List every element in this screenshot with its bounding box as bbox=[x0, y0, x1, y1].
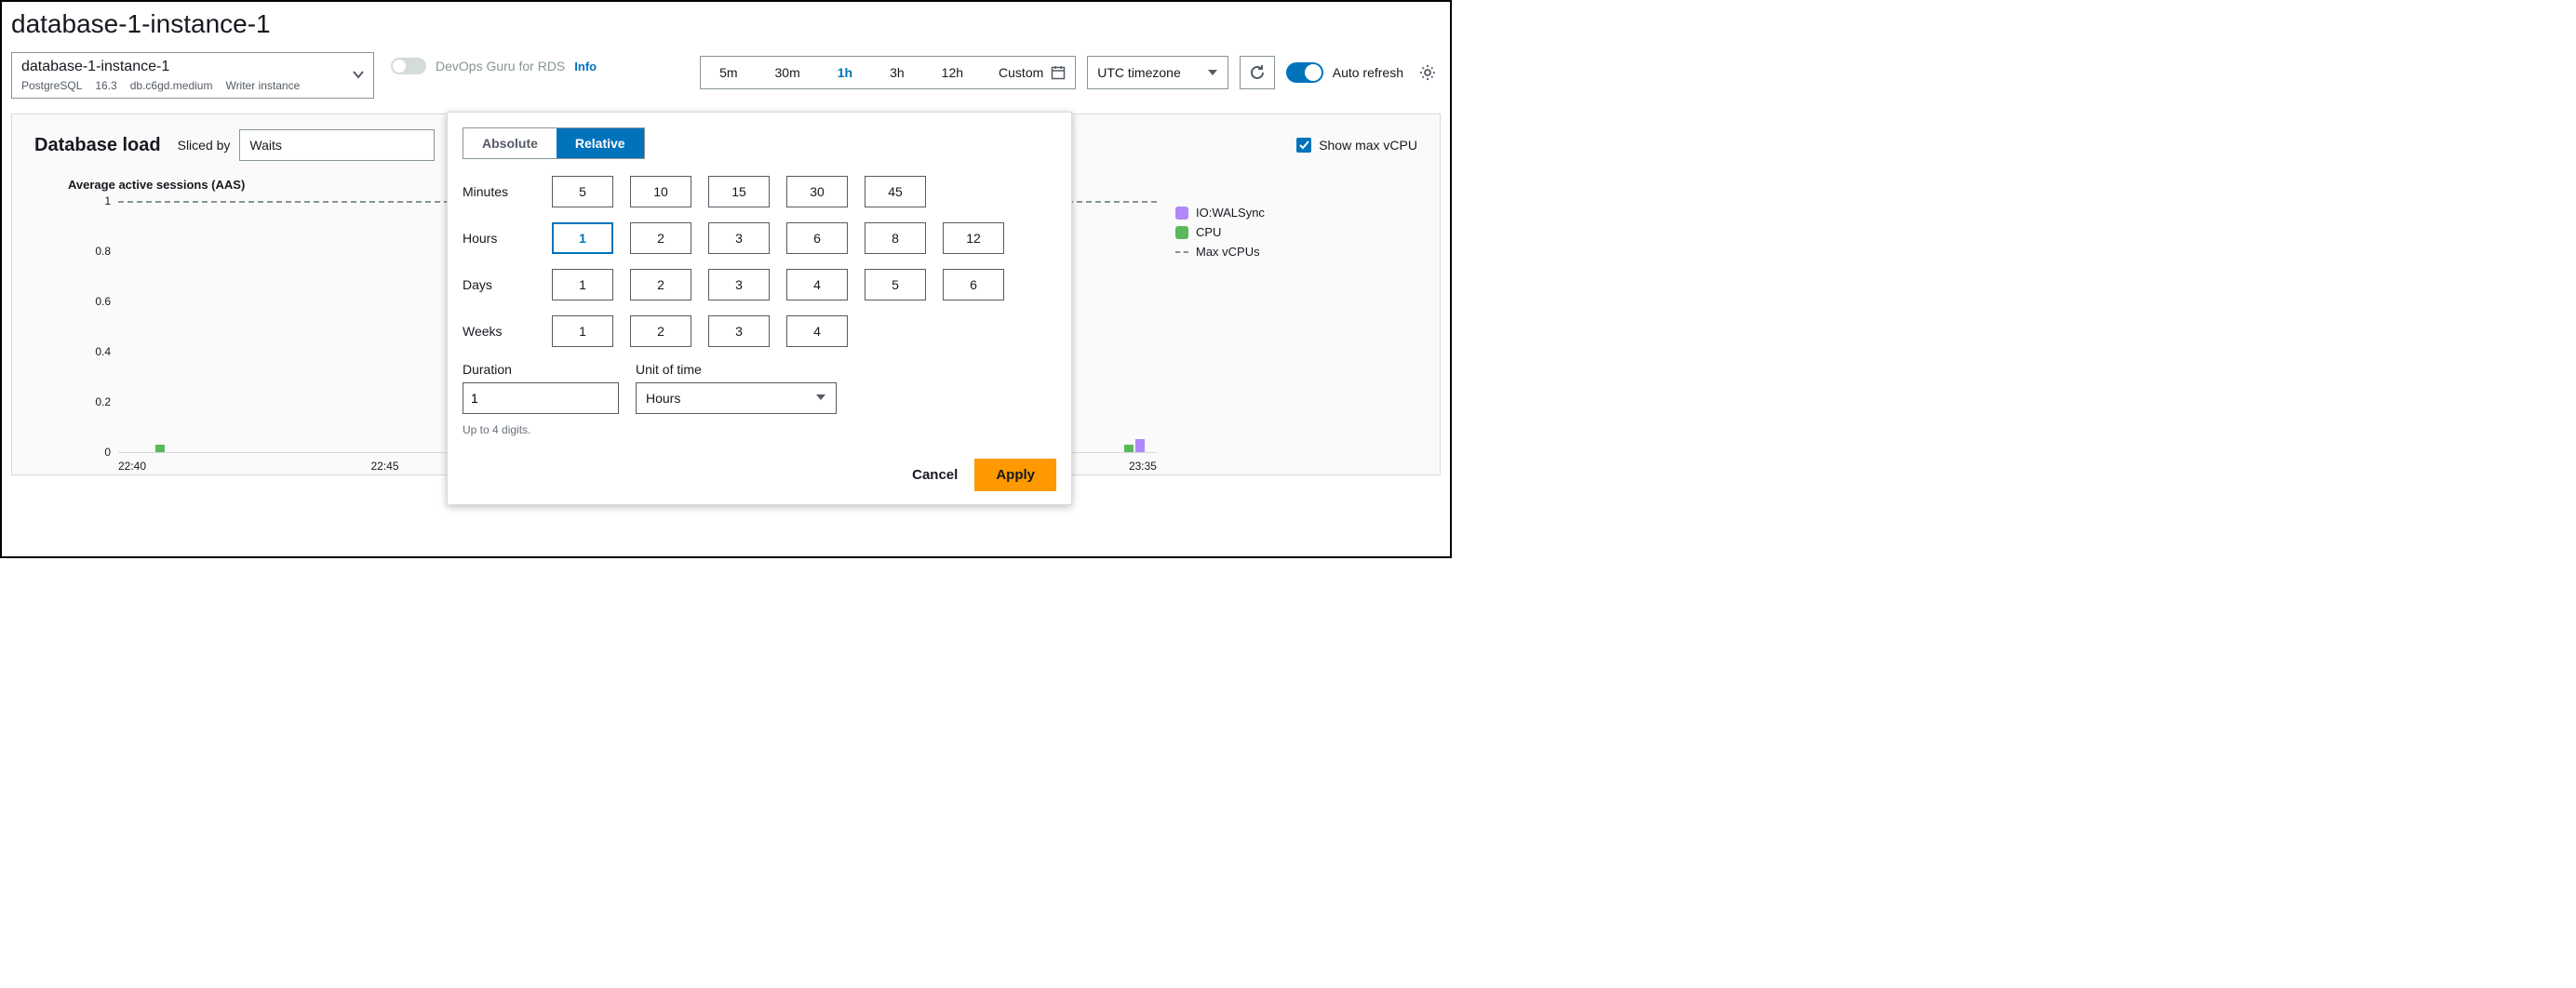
refresh-icon bbox=[1249, 64, 1266, 81]
row-label-hours: Hours bbox=[463, 231, 552, 246]
checkmark-icon bbox=[1299, 140, 1309, 151]
timerange-custom-label: Custom bbox=[999, 65, 1043, 80]
ytick: 0.8 bbox=[68, 245, 111, 258]
unit-select[interactable]: Hours bbox=[636, 382, 837, 414]
row-label-minutes: Minutes bbox=[463, 184, 552, 199]
sliced-by-value: Waits bbox=[249, 138, 281, 153]
timerange-3h[interactable]: 3h bbox=[871, 57, 923, 88]
refresh-button[interactable] bbox=[1240, 56, 1275, 89]
weeks-3[interactable]: 3 bbox=[708, 315, 770, 347]
unit-label: Unit of time bbox=[636, 362, 837, 377]
swatch-walsync bbox=[1175, 207, 1188, 220]
ytick: 1 bbox=[68, 194, 111, 207]
days-3[interactable]: 3 bbox=[708, 269, 770, 300]
minutes-5[interactable]: 5 bbox=[552, 176, 613, 207]
instance-role: Writer instance bbox=[225, 79, 300, 92]
ytick: 0.2 bbox=[68, 395, 111, 408]
timerange-30m[interactable]: 30m bbox=[757, 57, 819, 88]
minutes-45[interactable]: 45 bbox=[865, 176, 926, 207]
auto-refresh-label: Auto refresh bbox=[1333, 65, 1403, 80]
instance-selector[interactable]: database-1-instance-1 PostgreSQL 16.3 db… bbox=[11, 52, 374, 99]
duration-label: Duration bbox=[463, 362, 619, 377]
legend: IO:WALSync CPU Max vCPUs bbox=[1175, 178, 1417, 264]
auto-refresh-toggle[interactable] bbox=[1286, 62, 1323, 83]
hours-12[interactable]: 12 bbox=[943, 222, 1004, 254]
minutes-10[interactable]: 10 bbox=[630, 176, 691, 207]
hours-3[interactable]: 3 bbox=[708, 222, 770, 254]
hours-8[interactable]: 8 bbox=[865, 222, 926, 254]
unit-value: Hours bbox=[646, 391, 680, 406]
sliced-by-label: Sliced by bbox=[178, 138, 231, 153]
hours-6[interactable]: 6 bbox=[786, 222, 848, 254]
hours-2[interactable]: 2 bbox=[630, 222, 691, 254]
swatch-cpu bbox=[1175, 226, 1188, 239]
duration-hint: Up to 4 digits. bbox=[463, 423, 619, 436]
instance-class: db.c6gd.medium bbox=[130, 79, 213, 92]
timerange-12h[interactable]: 12h bbox=[923, 57, 982, 88]
caret-down-icon bbox=[353, 68, 364, 83]
days-4[interactable]: 4 bbox=[786, 269, 848, 300]
timerange-1h[interactable]: 1h bbox=[819, 57, 871, 88]
page-title: database-1-instance-1 bbox=[2, 2, 1450, 52]
devops-guru-label: DevOps Guru for RDS bbox=[436, 59, 565, 73]
hours-1[interactable]: 1 bbox=[552, 222, 613, 254]
weeks-2[interactable]: 2 bbox=[630, 315, 691, 347]
swatch-maxvcpu bbox=[1175, 251, 1188, 253]
sliced-by-select[interactable]: Waits bbox=[239, 129, 435, 161]
timerange-custom[interactable]: Custom bbox=[982, 57, 1075, 88]
row-label-days: Days bbox=[463, 277, 552, 292]
weeks-4[interactable]: 4 bbox=[786, 315, 848, 347]
time-mode-tabs: Absolute Relative bbox=[463, 127, 645, 159]
legend-maxvcpu: Max vCPUs bbox=[1196, 245, 1260, 259]
xtick: 23:35 bbox=[1129, 460, 1157, 473]
timezone-select[interactable]: UTC timezone bbox=[1087, 56, 1228, 89]
weeks-1[interactable]: 1 bbox=[552, 315, 613, 347]
timerange-selector: 5m 30m 1h 3h 12h Custom bbox=[700, 56, 1076, 89]
calendar-icon bbox=[1051, 65, 1066, 80]
days-5[interactable]: 5 bbox=[865, 269, 926, 300]
panel-title: Database load bbox=[34, 135, 161, 156]
minutes-30[interactable]: 30 bbox=[786, 176, 848, 207]
duration-input[interactable] bbox=[463, 382, 619, 414]
caret-down-icon bbox=[815, 391, 826, 406]
days-6[interactable]: 6 bbox=[943, 269, 1004, 300]
xtick: 22:40 bbox=[118, 460, 146, 473]
gear-icon bbox=[1418, 63, 1437, 82]
caret-down-icon bbox=[1207, 67, 1218, 78]
apply-button[interactable]: Apply bbox=[974, 459, 1056, 491]
instance-version: 16.3 bbox=[95, 79, 116, 92]
show-max-vcpu-label: Show max vCPU bbox=[1319, 138, 1417, 153]
instance-engine: PostgreSQL bbox=[21, 79, 82, 92]
row-label-weeks: Weeks bbox=[463, 324, 552, 339]
minutes-15[interactable]: 15 bbox=[708, 176, 770, 207]
timezone-label: UTC timezone bbox=[1097, 65, 1180, 80]
legend-walsync: IO:WALSync bbox=[1196, 206, 1265, 220]
ytick: 0.6 bbox=[68, 295, 111, 308]
days-2[interactable]: 2 bbox=[630, 269, 691, 300]
ytick: 0 bbox=[68, 446, 111, 459]
xtick: 22:45 bbox=[370, 460, 398, 473]
tab-relative[interactable]: Relative bbox=[557, 128, 644, 158]
bar-cpu bbox=[155, 445, 165, 452]
devops-guru-toggle[interactable] bbox=[391, 58, 426, 74]
days-1[interactable]: 1 bbox=[552, 269, 613, 300]
info-link[interactable]: Info bbox=[574, 60, 597, 73]
custom-time-popover: Absolute Relative Minutes 5 10 15 30 45 … bbox=[447, 112, 1072, 505]
instance-name: database-1-instance-1 bbox=[21, 59, 342, 75]
ytick: 0.4 bbox=[68, 345, 111, 358]
timerange-5m[interactable]: 5m bbox=[701, 57, 756, 88]
tab-absolute[interactable]: Absolute bbox=[463, 128, 557, 158]
bar-walsync bbox=[1135, 439, 1145, 452]
show-max-vcpu-checkbox[interactable] bbox=[1296, 138, 1311, 153]
settings-button[interactable] bbox=[1415, 60, 1441, 86]
legend-cpu: CPU bbox=[1196, 225, 1221, 239]
bar-cpu bbox=[1124, 445, 1134, 452]
cancel-button[interactable]: Cancel bbox=[908, 460, 961, 490]
